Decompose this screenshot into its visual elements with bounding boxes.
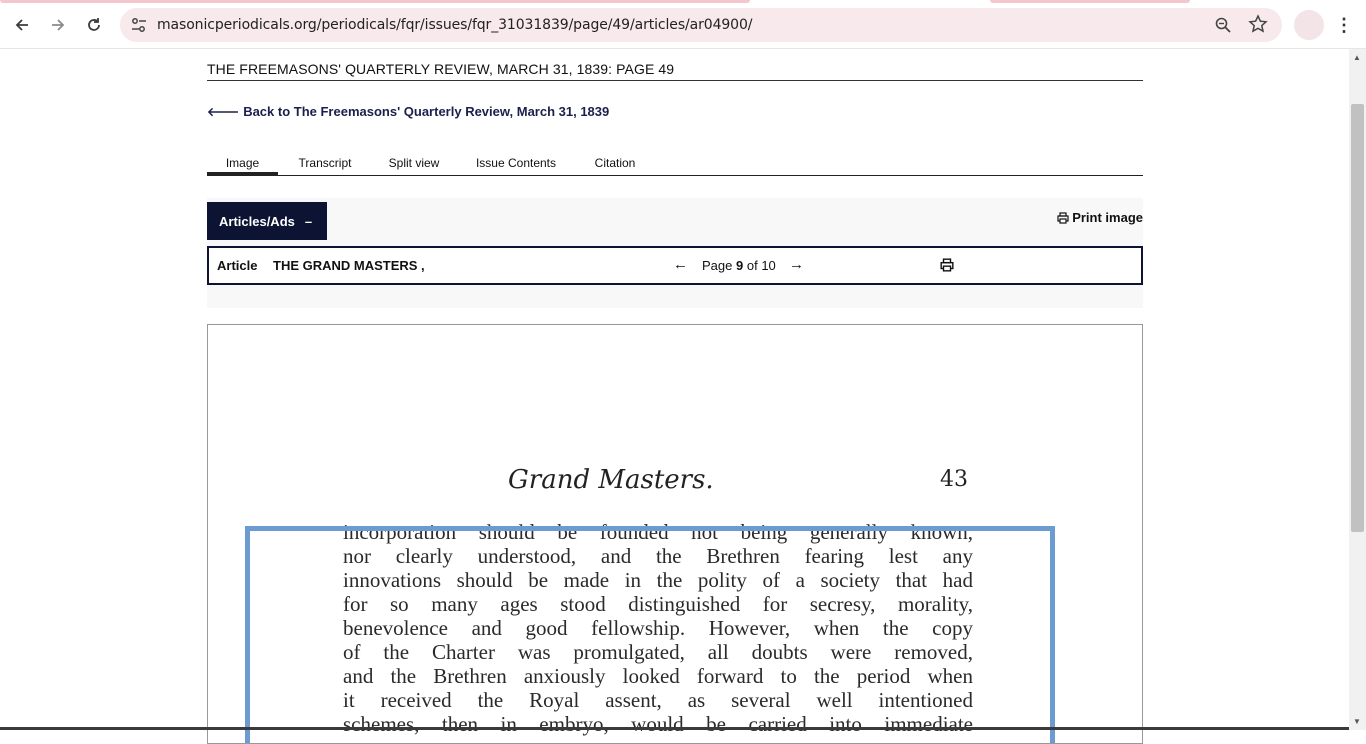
pager-suffix: of 10 (746, 258, 776, 273)
view-tabs: Image Transcript Split view Issue Conten… (207, 153, 1143, 176)
collapse-icon: – (304, 213, 313, 229)
page-image-viewer[interactable]: Grand Masters. 43 incorporation should b… (207, 324, 1143, 744)
magnifier-icon[interactable] (1214, 16, 1232, 34)
print-image-button[interactable]: Print image (1057, 210, 1143, 225)
back-link-label: Back to The Freemasons' Quarterly Review… (243, 104, 610, 119)
star-icon[interactable] (1248, 14, 1268, 34)
address-bar[interactable]: masonicperiodicals.org/periodicals/fqr/i… (120, 8, 1282, 42)
tab-issue-contents[interactable]: Issue Contents (456, 153, 576, 175)
article-label: Article (217, 258, 258, 273)
browser-toolbar: masonicperiodicals.org/periodicals/fqr/i… (0, 0, 1366, 49)
scroll-down-icon[interactable]: ▼ (1353, 717, 1361, 726)
articles-ads-label: Articles/Ads (219, 213, 295, 229)
next-page-button[interactable]: → (789, 256, 804, 273)
article-title: THE GRAND MASTERS , (273, 258, 425, 273)
arrow-left-icon (15, 19, 28, 31)
forward-button[interactable] (45, 12, 71, 38)
tab-image[interactable]: Image (207, 153, 278, 175)
url-text[interactable]: masonicperiodicals.org/periodicals/fqr/i… (157, 17, 753, 33)
articles-ads-toggle-button[interactable]: Articles/Ads – (207, 202, 327, 240)
scan-page-number: 43 (940, 467, 968, 492)
profile-avatar[interactable] (1294, 10, 1324, 40)
back-to-issue-link[interactable]: 🡐 Back to The Freemasons' Quarterly Revi… (207, 104, 609, 119)
previous-page-button[interactable]: ← (673, 256, 688, 273)
tab-strip-accent (0, 0, 1366, 3)
article-navigation-bar: Article THE GRAND MASTERS , ← Page 9 of … (207, 246, 1143, 285)
printer-icon (1057, 211, 1069, 224)
page-title: THE FREEMASONS' QUARTERLY REVIEW, MARCH … (207, 61, 1143, 81)
reload-button[interactable] (81, 12, 107, 38)
print-image-label: Print image (1072, 210, 1143, 225)
tab-transcript[interactable]: Transcript (278, 153, 372, 175)
pager-prefix: Page (702, 258, 733, 273)
current-page-number: 9 (736, 258, 744, 273)
arrow-left-icon: 🡐 (207, 105, 240, 119)
kebab-menu-icon[interactable]: ⋮ (1334, 12, 1354, 38)
printer-icon[interactable] (940, 258, 954, 272)
tab-citation[interactable]: Citation (576, 153, 654, 175)
page-indicator: Page 9 of 10 (702, 258, 776, 273)
reload-icon (88, 18, 100, 31)
scroll-up-icon[interactable]: ▲ (1353, 53, 1361, 62)
back-button[interactable] (9, 12, 35, 38)
scrollbar-thumb[interactable] (1351, 104, 1364, 532)
page-content: THE FREEMASONS' QUARTERLY REVIEW, MARCH … (207, 49, 1143, 744)
arrow-right-icon (52, 19, 65, 31)
scan-running-header: Grand Masters. (508, 465, 714, 495)
tab-split-view[interactable]: Split view (372, 153, 456, 175)
tune-icon[interactable] (130, 16, 148, 34)
article-highlight-box[interactable] (245, 526, 1055, 743)
page-scrollbar[interactable]: ▲ ▼ (1349, 49, 1366, 730)
